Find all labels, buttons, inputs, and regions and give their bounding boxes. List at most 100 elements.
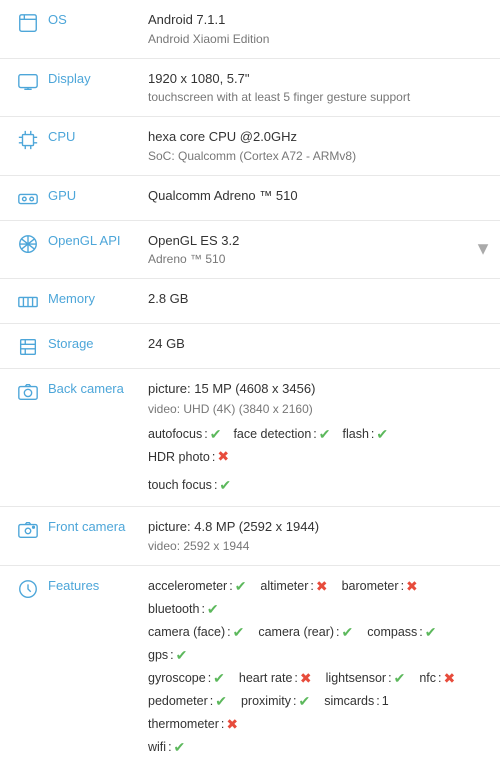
- check-icon: ✔: [215, 691, 227, 712]
- display-value: 1920 x 1080, 5.7"touchscreen with at lea…: [148, 69, 492, 107]
- feature-line-2: gyroscope : ✔ heart rate : ✖ lightsensor…: [148, 668, 492, 689]
- cpu-label: CPU: [48, 127, 148, 144]
- feature-compass: compass : ✔: [367, 622, 436, 643]
- display-sub: touchscreen with at least 5 finger gestu…: [148, 88, 492, 106]
- feature-bluetooth: bluetooth : ✔: [148, 599, 219, 620]
- row-cpu: CPUhexa core CPU @2.0GHzSoC: Qualcomm (C…: [0, 117, 500, 176]
- feature-wifi: wifi : ✔: [148, 737, 185, 758]
- feature-accelerometer: accelerometer : ✔: [148, 576, 246, 597]
- gpu-value: Qualcomm Adreno ™ 510: [148, 186, 492, 206]
- camera-details: picture: 15 MP (4608 x 3456)video: UHD (…: [148, 379, 492, 496]
- opengl-value: OpenGL ES 3.2Adreno ™ 510: [148, 231, 492, 269]
- check-icon: ✔: [319, 423, 331, 445]
- opengl-sub: Adreno ™ 510: [148, 250, 492, 268]
- feature-pedometer: pedometer : ✔: [148, 691, 227, 712]
- row-os: OSAndroid 7.1.1Android Xiaomi Edition: [0, 0, 500, 59]
- feature-gyroscope: gyroscope : ✔: [148, 668, 225, 689]
- display-icon: [8, 69, 48, 93]
- cpu-value: hexa core CPU @2.0GHzSoC: Qualcomm (Cort…: [148, 127, 492, 165]
- backcamera-label: Back camera: [48, 379, 148, 396]
- os-icon: [8, 10, 48, 34]
- backcamera-icon: [8, 379, 48, 403]
- row-backcamera: Back camerapicture: 15 MP (4608 x 3456)v…: [0, 369, 500, 507]
- cam-feat2-touch-focus: touch focus : ✔: [148, 474, 231, 496]
- feature-heart-rate: heart rate : ✖: [239, 668, 312, 689]
- backcamera-value: picture: 15 MP (4608 x 3456)video: UHD (…: [148, 379, 492, 496]
- feature-proximity: proximity : ✔: [241, 691, 310, 712]
- os-sub: Android Xiaomi Edition: [148, 30, 492, 48]
- opengl-main: OpenGL ES 3.2: [148, 231, 492, 251]
- cam-feat-autofocus: autofocus : ✔: [148, 423, 221, 445]
- row-features: Features accelerometer : ✔ altimeter : ✖…: [0, 566, 500, 770]
- cross-icon: ✖: [406, 576, 418, 597]
- row-opengl: OpenGL APIOpenGL ES 3.2Adreno ™ 510▼: [0, 221, 500, 280]
- row-frontcamera: Front camerapicture: 4.8 MP (2592 x 1944…: [0, 507, 500, 566]
- feature-nfc: nfc : ✖: [419, 668, 455, 689]
- feature-line-1: camera (face) : ✔ camera (rear) : ✔ comp…: [148, 622, 492, 666]
- feature-line-3: pedometer : ✔ proximity : ✔ simcards : 1…: [148, 691, 492, 735]
- cross-icon: ✖: [226, 714, 238, 735]
- feature-line-0: accelerometer : ✔ altimeter : ✖ baromete…: [148, 576, 492, 620]
- check-icon: ✔: [233, 622, 245, 643]
- check-icon: ✔: [235, 576, 247, 597]
- gpu-main: Qualcomm Adreno ™ 510: [148, 186, 492, 206]
- feature-line-4: wifi : ✔: [148, 737, 492, 758]
- storage-value: 24 GB: [148, 334, 492, 354]
- display-label: Display: [48, 69, 148, 86]
- os-label: OS: [48, 10, 148, 27]
- frontcamera-sub: video: 2592 x 1944: [148, 537, 492, 555]
- storage-icon: [8, 334, 48, 358]
- camera-sub: video: UHD (4K) (3840 x 2160): [148, 400, 492, 419]
- cam-feat-face-detection: face detection : ✔: [233, 423, 330, 445]
- check-icon: ✔: [298, 691, 310, 712]
- feature-thermometer: thermometer : ✖: [148, 714, 238, 735]
- check-icon: ✔: [219, 474, 231, 496]
- opengl-dropdown-arrow[interactable]: ▼: [474, 239, 492, 260]
- opengl-icon: [8, 231, 48, 255]
- check-icon: ✔: [394, 668, 406, 689]
- check-icon: ✔: [425, 622, 437, 643]
- row-gpu: GPUQualcomm Adreno ™ 510: [0, 176, 500, 221]
- touch-focus-features: touch focus : ✔: [148, 474, 492, 496]
- row-display: Display1920 x 1080, 5.7"touchscreen with…: [0, 59, 500, 118]
- os-main: Android 7.1.1: [148, 10, 492, 30]
- row-memory: Memory2.8 GB: [0, 279, 500, 324]
- display-main: 1920 x 1080, 5.7": [148, 69, 492, 89]
- frontcamera-icon: [8, 517, 48, 541]
- camera-main: picture: 15 MP (4608 x 3456): [148, 379, 492, 400]
- cpu-main: hexa core CPU @2.0GHz: [148, 127, 492, 147]
- check-icon: ✔: [174, 737, 186, 758]
- check-icon: ✔: [376, 423, 388, 445]
- camera-features: autofocus : ✔ face detection : ✔ flash :…: [148, 423, 492, 468]
- cross-icon: ✖: [443, 668, 455, 689]
- feature-camera--rear-: camera (rear) : ✔: [258, 622, 353, 643]
- features-icon: [8, 576, 48, 600]
- memory-value: 2.8 GB: [148, 289, 492, 309]
- features-value: accelerometer : ✔ altimeter : ✖ baromete…: [148, 576, 492, 760]
- feature-value: 1: [382, 692, 389, 711]
- cross-icon: ✖: [300, 668, 312, 689]
- feature-lightsensor: lightsensor : ✔: [326, 668, 406, 689]
- cross-icon: ✖: [316, 576, 328, 597]
- features-label: Features: [48, 576, 148, 593]
- cam-feat-HDR-photo: HDR photo : ✖: [148, 445, 229, 467]
- frontcamera-value: picture: 4.8 MP (2592 x 1944)video: 2592…: [148, 517, 492, 555]
- memory-label: Memory: [48, 289, 148, 306]
- storage-label: Storage: [48, 334, 148, 351]
- cpu-icon: [8, 127, 48, 151]
- cam-feat-flash: flash : ✔: [343, 423, 389, 445]
- cross-icon: ✖: [217, 445, 229, 467]
- memory-icon: [8, 289, 48, 313]
- memory-main: 2.8 GB: [148, 289, 492, 309]
- check-icon: ✔: [342, 622, 354, 643]
- check-icon: ✔: [213, 668, 225, 689]
- feature-gps: gps : ✔: [148, 645, 187, 666]
- feature-camera--face-: camera (face) : ✔: [148, 622, 244, 643]
- check-icon: ✔: [176, 645, 188, 666]
- os-value: Android 7.1.1Android Xiaomi Edition: [148, 10, 492, 48]
- cpu-sub: SoC: Qualcomm (Cortex A72 - ARMv8): [148, 147, 492, 165]
- gpu-label: GPU: [48, 186, 148, 203]
- storage-main: 24 GB: [148, 334, 492, 354]
- check-icon: ✔: [210, 423, 222, 445]
- gpu-icon: [8, 186, 48, 210]
